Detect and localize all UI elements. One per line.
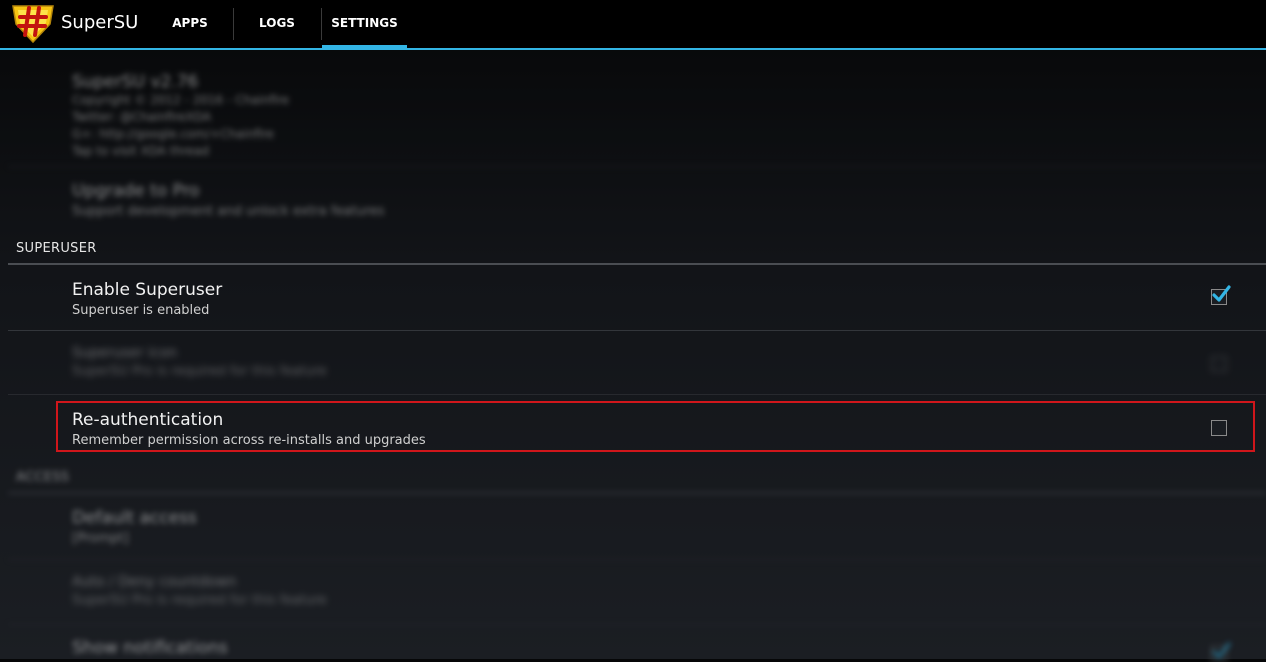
app-title: SuperSU <box>61 12 139 33</box>
section-rule <box>8 263 1266 265</box>
show-notifications-title: Show notifications <box>72 638 228 658</box>
superuser-icon-subtitle: SuperSU Pro is required for this feature <box>72 364 327 379</box>
tab-apps[interactable]: APPS <box>148 0 232 48</box>
auto-deny-subtitle: SuperSU Pro is required for this feature <box>72 593 327 608</box>
about-title: SuperSU v2.76 <box>72 72 199 92</box>
section-header-access: ACCESS <box>16 470 70 485</box>
tab-settings[interactable]: SETTINGS <box>322 0 407 50</box>
divider <box>8 166 1266 167</box>
superuser-icon-checkbox <box>1211 356 1227 372</box>
about-line: Twitter: @ChainfireXDA <box>72 110 212 124</box>
divider <box>8 624 1266 625</box>
reauthentication-title: Re-authentication <box>72 410 224 430</box>
divider <box>8 330 1266 331</box>
enable-superuser-checkbox[interactable] <box>1211 285 1231 305</box>
enable-superuser-item[interactable]: Enable Superuser Superuser is enabled <box>72 280 222 318</box>
section-rule <box>8 492 1266 494</box>
default-access-title: Default access <box>72 508 197 528</box>
divider <box>8 559 1266 560</box>
about-item[interactable]: SuperSU v2.76 Copyright © 2012 - 2016 - … <box>72 72 289 160</box>
checkmark-icon <box>1212 642 1231 659</box>
show-notifications-checkbox[interactable] <box>1211 642 1231 662</box>
upgrade-title: Upgrade to Pro <box>72 181 200 201</box>
auto-deny-item: Auto / Deny countdown SuperSU Pro is req… <box>72 574 327 608</box>
enable-superuser-title: Enable Superuser <box>72 280 223 300</box>
action-bar: SuperSU APPS LOGS SETTINGS <box>0 0 1266 50</box>
about-line: Tap to visit XDA thread <box>72 144 210 158</box>
default-access-subtitle: [Prompt] <box>72 531 129 546</box>
default-access-item[interactable]: Default access [Prompt] <box>72 508 197 546</box>
reauthentication-subtitle: Remember permission across re-installs a… <box>72 433 426 448</box>
show-notifications-item[interactable]: Show notifications <box>72 638 228 658</box>
superuser-icon-item: Superuser icon SuperSU Pro is required f… <box>72 345 327 379</box>
auto-deny-title: Auto / Deny countdown <box>72 574 237 590</box>
enable-superuser-subtitle: Superuser is enabled <box>72 303 210 318</box>
supersu-logo-icon <box>12 5 54 44</box>
reauthentication-checkbox[interactable] <box>1211 420 1227 436</box>
about-line: Copyright © 2012 - 2016 - Chainfire <box>72 93 290 107</box>
upgrade-item[interactable]: Upgrade to Pro Support development and u… <box>72 181 385 219</box>
upgrade-subtitle: Support development and unlock extra fea… <box>72 204 385 219</box>
checkmark-icon <box>1212 285 1231 302</box>
reauthentication-item[interactable]: Re-authentication Remember permission ac… <box>72 410 426 448</box>
about-line: G+: http://google.com/+Chainfire <box>72 127 275 141</box>
divider <box>8 394 1266 395</box>
superuser-icon-title: Superuser icon <box>72 345 178 361</box>
section-header-superuser: SUPERUSER <box>16 241 97 256</box>
tab-logs[interactable]: LOGS <box>234 0 320 48</box>
